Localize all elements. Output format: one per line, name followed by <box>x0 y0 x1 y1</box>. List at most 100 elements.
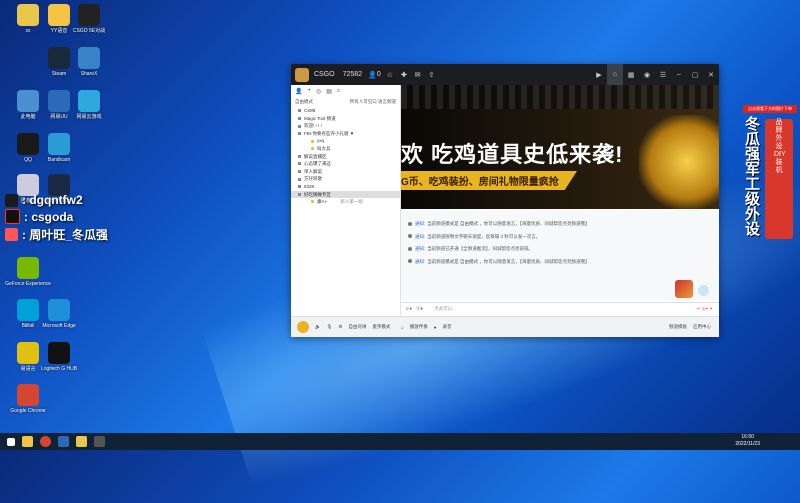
gamepad-icon[interactable]: ◉ <box>639 71 655 79</box>
chat-bubble-icon[interactable] <box>698 285 709 296</box>
location-icon[interactable]: ◎ <box>316 88 321 95</box>
info-icon <box>408 246 412 251</box>
titlebar-action-icons[interactable]: ☆ ✚ ✉ ⇪ <box>387 71 438 79</box>
obs-taskbar-icon[interactable] <box>94 436 105 447</box>
maximize-icon[interactable]: ▢ <box>687 71 703 79</box>
grid-icon[interactable]: ▦ <box>623 71 639 79</box>
bottom-right-0[interactable]: 频道模板 <box>669 324 687 330</box>
windows-start-icon[interactable] <box>7 437 15 446</box>
system-message: 通知: 当前频道限制文字聊天速度，您每隔 3 秒可以发一次言。 <box>401 231 719 244</box>
channel-item[interactable]: CS88 <box>291 107 400 115</box>
app-icon <box>48 342 70 364</box>
desktop-icon-label: ShareX <box>80 71 98 77</box>
bottom-right-1[interactable]: 应用中心 <box>693 324 711 330</box>
channel-item[interactable]: 单人解说 <box>291 168 400 176</box>
at-icon[interactable]: ⓐ▾ <box>416 306 423 311</box>
banner-graphic <box>639 115 719 209</box>
message-text: 当前频道已开通【全频道推流】，同城帮您点亮前排。 <box>427 246 534 251</box>
channel-item[interactable]: FBI·你要有些许小礼貌 ▼ <box>291 130 400 138</box>
mic-icon[interactable]: 🔈 <box>315 324 321 330</box>
desktop-icon[interactable]: GeForce Experience <box>2 257 54 287</box>
ad-red-text: 品牌外设DIY装机 <box>774 119 786 174</box>
channel-item[interactable]: 心态爆了来这 <box>291 160 400 168</box>
app-icon <box>17 384 39 406</box>
calendar-icon[interactable]: ▤ <box>326 88 332 95</box>
desktop-icon-label: Bandicam <box>47 157 71 163</box>
watermark-kuaishou: : 周叶旺_冬瓜强 <box>5 226 108 243</box>
watermark-douyin-2: : csgoda <box>5 209 73 224</box>
desktop-icon[interactable]: CSGO 5E对战 <box>63 4 115 34</box>
channel-user[interactable]: yxq <box>291 137 400 145</box>
yy-taskbar-icon[interactable] <box>76 436 87 447</box>
channel-item[interactable]: 好吃懒做专区 <box>291 190 400 199</box>
desktop-icon[interactable]: Google Chrome <box>2 384 54 414</box>
desktop-icon[interactable]: Logitech G HUB <box>33 342 85 372</box>
user-count: 0 <box>376 71 381 78</box>
bottom-item-0[interactable]: 自由对讲 <box>348 324 366 330</box>
system-clock[interactable]: 16:50 2022/11/23 <box>735 434 760 448</box>
channel-name: 单人解说 <box>304 168 322 174</box>
channel-avatar[interactable] <box>295 67 309 82</box>
channel-item[interactable]: 欢迎! ! ! ! <box>291 122 400 130</box>
send-icon[interactable]: ↵ ◎▾ ✦ <box>697 303 713 315</box>
desktop-icon-label: Logitech G HUB <box>40 366 78 372</box>
banner-headline: 欢 吃鸡道具史低来袭! <box>401 142 624 167</box>
channel-mode-right[interactable]: 所有人可见口 语言频道 <box>350 99 396 105</box>
bottom-item-1[interactable]: 麦序模式 <box>372 324 390 330</box>
bottom-item-3[interactable]: 录音 <box>442 324 451 330</box>
channel-mode-row: 自由模式 所有人可见口 语言频道 <box>291 97 400 107</box>
close-icon[interactable]: ✕ <box>703 71 719 79</box>
yy-app-window[interactable]: CSGO 72582 👤 0 ☆ ✚ ✉ ⇪ ▶ ⌂ ▦ ◉ ☰ – ▢ ✕ 👤… <box>291 64 719 337</box>
channel-mode[interactable]: 自由模式 <box>295 99 313 105</box>
channel-user[interactable]: 康A+ 新人第一组 <box>291 198 400 206</box>
desktop-icon-label: Microsoft Edge <box>42 323 76 329</box>
banner-pattern <box>401 85 719 109</box>
channel-item[interactable]: 解说直播区 <box>291 153 400 161</box>
message-input-row[interactable]: ☺▾ ⓐ▾ 点此可以... ↵ ◎▾ ✦ <box>401 302 719 315</box>
sidebar-toolbar: 👤 + ◎ ▤ ⌕ <box>291 85 400 97</box>
channel-icon <box>298 109 301 113</box>
person-icon[interactable]: 👤 <box>295 88 302 95</box>
file-explorer-icon[interactable] <box>22 436 33 447</box>
emoji-icon[interactable]: ☺▾ <box>405 306 412 311</box>
promo-banner[interactable]: 欢 吃鸡道具史低来袭! G币、吃鸡装扮、房间礼物限量疯抢 <box>401 85 719 209</box>
search-icon[interactable]: ⌕ <box>337 88 340 95</box>
desktop-icon[interactable]: ShareX <box>63 47 115 77</box>
ad-big-text: 冬瓜强军工级外设 <box>745 116 761 238</box>
side-advert[interactable]: 点击观看下方的图片下单 品牌外设DIY装机 冬瓜强军工级外设 <box>743 105 797 245</box>
desktop-icon[interactable]: 网易云游戏 <box>63 90 115 120</box>
desktop-icon[interactable]: Microsoft Edge <box>33 299 85 329</box>
taskbar-app-icon[interactable] <box>58 436 69 447</box>
mic-toggle-icon[interactable]: 🎙 <box>327 324 333 330</box>
channel-sidebar: 👤 + ◎ ▤ ⌕ 自由模式 所有人可见口 语言频道 CS88 Magic Too… <box>291 85 401 315</box>
channel-item[interactable]: 方仔听歌 <box>291 175 400 183</box>
home-icon[interactable]: ⌂ <box>607 64 623 85</box>
bottom-item-2[interactable]: 播放伴奏 <box>410 324 428 330</box>
channel-icon <box>298 124 301 128</box>
channel-user[interactable]: 叫大兵 <box>291 145 400 153</box>
music-icon[interactable]: ♫ <box>400 325 403 330</box>
settings-icon[interactable]: ⚙ <box>338 324 342 330</box>
system-message: 通知: 当前频道模式是 自由模式 ，你可以随意发言，【海量优质、同城帮您点亮频道哦… <box>401 218 719 231</box>
app-icon <box>17 257 39 279</box>
minimize-icon[interactable]: – <box>671 71 687 78</box>
channel-item[interactable]: 6328 <box>291 183 400 191</box>
chrome-taskbar-icon[interactable] <box>40 436 51 447</box>
channel-name: 好吃懒做专区 <box>304 191 331 197</box>
channel-name: 方仔听歌 <box>304 176 322 182</box>
message-input[interactable]: 点此可以... <box>434 306 456 311</box>
channel-item[interactable]: Magic Tool 频道 <box>291 115 400 123</box>
play-icon[interactable]: ▶ <box>591 71 607 79</box>
channel-name: 康A+ <box>317 199 328 205</box>
watermark-douyin-1: : dgqntfw2 <box>5 193 83 207</box>
menu-icon[interactable]: ☰ <box>655 71 671 79</box>
titlebar[interactable]: CSGO 72582 👤 0 ☆ ✚ ✉ ⇪ ▶ ⌂ ▦ ◉ ☰ – ▢ ✕ <box>291 64 719 85</box>
plus-icon[interactable]: + <box>307 88 311 94</box>
gift-icon[interactable] <box>675 280 693 298</box>
desktop-icon[interactable]: Bandicam <box>33 133 85 163</box>
channel-icon <box>298 132 301 136</box>
logo-icon[interactable] <box>297 321 309 333</box>
record-icon[interactable]: ● <box>434 325 437 330</box>
app-icon <box>48 133 70 155</box>
channel-id: 72582 <box>342 71 363 78</box>
